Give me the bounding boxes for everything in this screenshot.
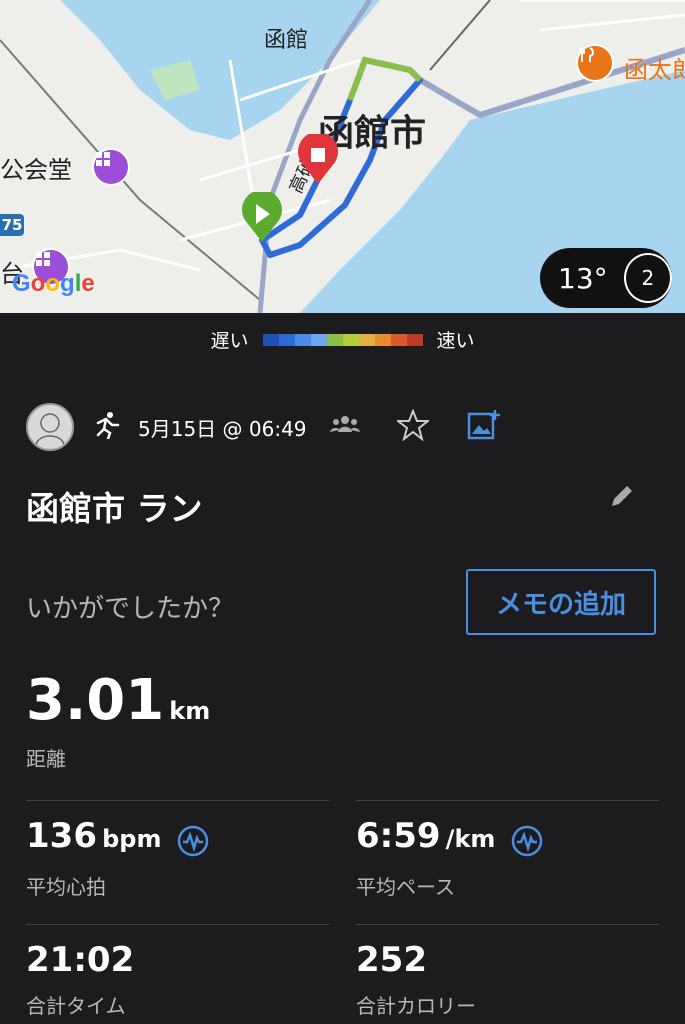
pace-color-segment [310,333,327,346]
activity-meta-row: 5月15日 @ 06:49 [26,403,659,451]
route-end-marker-icon [298,134,338,184]
pace-color-segment [326,333,343,346]
avatar[interactable] [26,403,74,451]
google-logo: Google [12,270,95,297]
total-time-label: 合計タイム [26,994,126,1018]
heart-rate-value: 136 [26,816,97,856]
heart-rate-chart-icon[interactable] [177,825,209,861]
add-memo-button[interactable]: メモの追加 [466,569,656,635]
pace-legend: 遅い 速い [0,326,685,353]
pace-value: 6:59 [356,816,441,856]
pace-unit: /km [445,825,496,853]
distance-value: 3.01 [26,668,165,733]
calories-stat: 252 合計カロリー [356,940,476,1019]
pace-color-bar [262,333,423,346]
divider [356,924,659,925]
pace-color-segment [358,333,375,346]
feedback-prompt: いかがでしたか？ [26,594,235,624]
distance-unit: km [169,697,211,725]
route-start-marker-icon [242,192,282,242]
pace-color-segment [374,333,391,346]
heart-rate-stat[interactable]: 136 bpm 平均心拍 [26,816,209,900]
map-label-hakodate-station: 函館 [264,28,309,53]
route-map[interactable]: 函館 函館市 公会堂 台 高砂 函太郎 75 Google 13° 2 [0,0,685,313]
heart-rate-unit: bpm [102,825,162,853]
running-icon [92,411,120,443]
pace-color-segment [342,333,359,346]
distance-label: 距離 [26,747,66,771]
map-label-public-hall: 公会堂 [0,156,72,184]
landmark-icon[interactable] [92,148,130,186]
temperature: 13° [558,261,608,295]
star-icon[interactable] [394,408,431,445]
legend-slow-label: 遅い [210,330,249,352]
add-photo-icon[interactable] [467,408,501,446]
map-label-restaurant: 函太郎 [624,56,685,84]
calories-value: 252 [356,940,427,980]
divider [356,800,659,801]
total-time-stat: 21:02 合計タイム [26,940,134,1019]
pace-color-segment [278,333,295,346]
moon-phase-value: 2 [641,266,655,290]
activity-date: 5月15日 @ 06:49 [138,416,307,441]
restaurant-icon[interactable] [576,44,614,82]
divider [26,924,329,925]
pace-color-segment [262,333,279,346]
moon-phase-icon: 2 [623,253,672,303]
pace-color-segment [406,333,423,346]
edit-pencil-icon[interactable] [608,482,636,514]
pace-label: 平均ペース [356,874,455,899]
pace-stat[interactable]: 6:59 /km 平均ペース [356,816,543,900]
distance-stat: 3.01 km 距離 [26,668,210,772]
activity-title: 函館市 ラン [26,489,203,528]
total-time-value: 21:02 [26,940,135,980]
weather-badge[interactable]: 13° 2 [540,248,672,308]
divider [26,800,329,801]
calories-label: 合計カロリー [356,994,476,1018]
legend-fast-label: 速い [436,330,475,352]
pace-chart-icon[interactable] [511,825,543,861]
pace-color-segment [294,333,311,346]
road-number-badge: 75 [0,214,24,236]
group-icon[interactable] [329,414,361,440]
heart-rate-label: 平均心拍 [26,874,106,899]
pace-color-segment [390,333,407,346]
